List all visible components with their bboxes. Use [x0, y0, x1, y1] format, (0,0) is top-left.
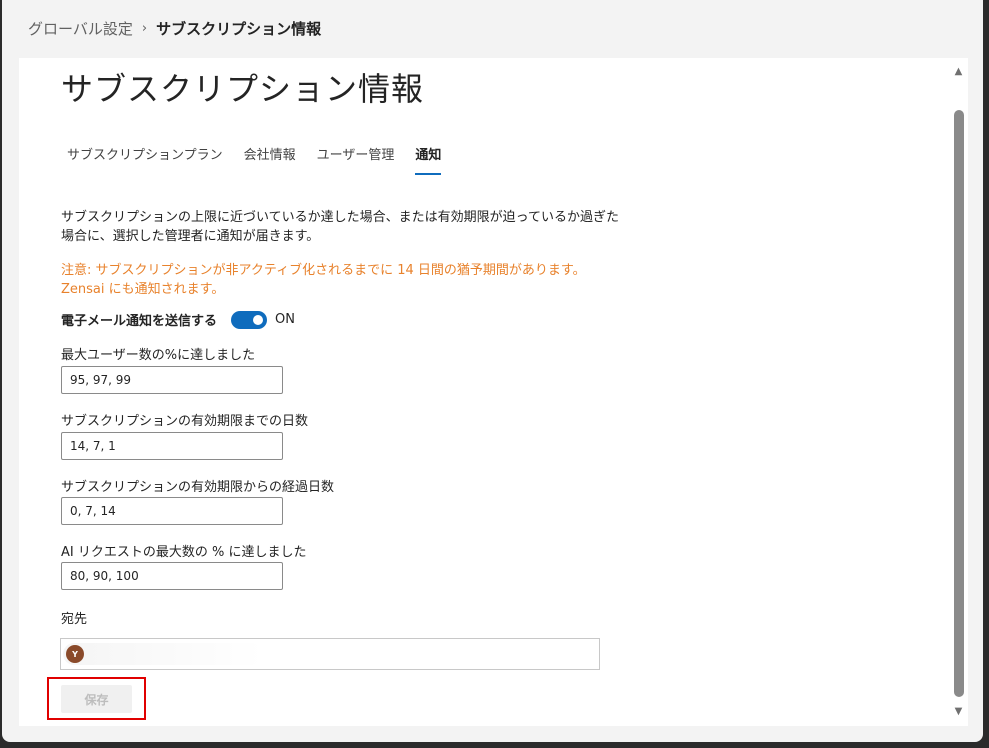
breadcrumb-current: サブスクリプション情報 [156, 20, 322, 38]
scroll-down-arrow-icon[interactable]: ▼ [952, 706, 965, 718]
tab-company-info[interactable]: 会社情報 [244, 144, 296, 175]
email-toggle-label: 電子メール通知を送信する [61, 314, 218, 329]
tab-notifications[interactable]: 通知 [415, 144, 442, 175]
scroll-thumb[interactable] [954, 110, 964, 697]
breadcrumb: グローバル設定 › サブスクリプション情報 [28, 18, 321, 39]
description-text: サブスクリプションの上限に近づいているか達した場合、または有効期限が迫っているか… [61, 210, 619, 244]
save-button[interactable]: 保存 [61, 685, 132, 713]
content-panel: サブスクリプション情報 サブスクリプションプラン 会社情報 ユーザー管理 通知 … [19, 58, 968, 726]
email-toggle-row: 電子メール通知を送信する ON [61, 310, 295, 329]
chevron-right-icon: › [141, 21, 148, 36]
max-users-percent-input[interactable] [61, 366, 283, 394]
days-until-expiry-input[interactable] [61, 432, 283, 460]
recipients-label: 宛先 [61, 612, 88, 627]
days-since-expiry-input[interactable] [61, 497, 283, 525]
ai-requests-label: AI リクエストの最大数の % に達しました [61, 545, 307, 560]
page-title: サブスクリプション情報 [61, 70, 425, 108]
tab-subscription-plan[interactable]: サブスクリプションプラン [67, 144, 223, 175]
recipients-picker[interactable]: Y [60, 638, 600, 670]
ai-requests-percent-input[interactable] [61, 562, 283, 590]
recipient-chip[interactable]: Y [63, 643, 263, 665]
email-notification-toggle[interactable] [231, 310, 268, 329]
avatar: Y [66, 645, 84, 663]
toggle-knob [253, 314, 264, 325]
vertical-scrollbar[interactable]: ▲ ▼ [949, 58, 968, 726]
days-until-expiry-label: サブスクリプションの有効期限までの日数 [61, 414, 309, 429]
tab-user-management[interactable]: ユーザー管理 [317, 144, 395, 175]
toggle-state-label: ON [275, 312, 295, 327]
scroll-up-arrow-icon[interactable]: ▲ [952, 66, 965, 78]
days-since-expiry-label: サブスクリプションの有効期限からの経過日数 [61, 480, 335, 495]
tab-bar: サブスクリプションプラン 会社情報 ユーザー管理 通知 [67, 144, 462, 175]
app-frame: グローバル設定 › サブスクリプション情報 サブスクリプション情報 サブスクリプ… [0, 0, 989, 748]
breadcrumb-parent[interactable]: グローバル設定 [28, 18, 133, 39]
max-users-label: 最大ユーザー数の%に達しました [61, 348, 256, 363]
warning-text: 注意: サブスクリプションが非アクティブ化されるまでに 14 日間の猶予期間があ… [61, 263, 586, 297]
settings-window: グローバル設定 › サブスクリプション情報 サブスクリプション情報 サブスクリプ… [2, 0, 983, 742]
